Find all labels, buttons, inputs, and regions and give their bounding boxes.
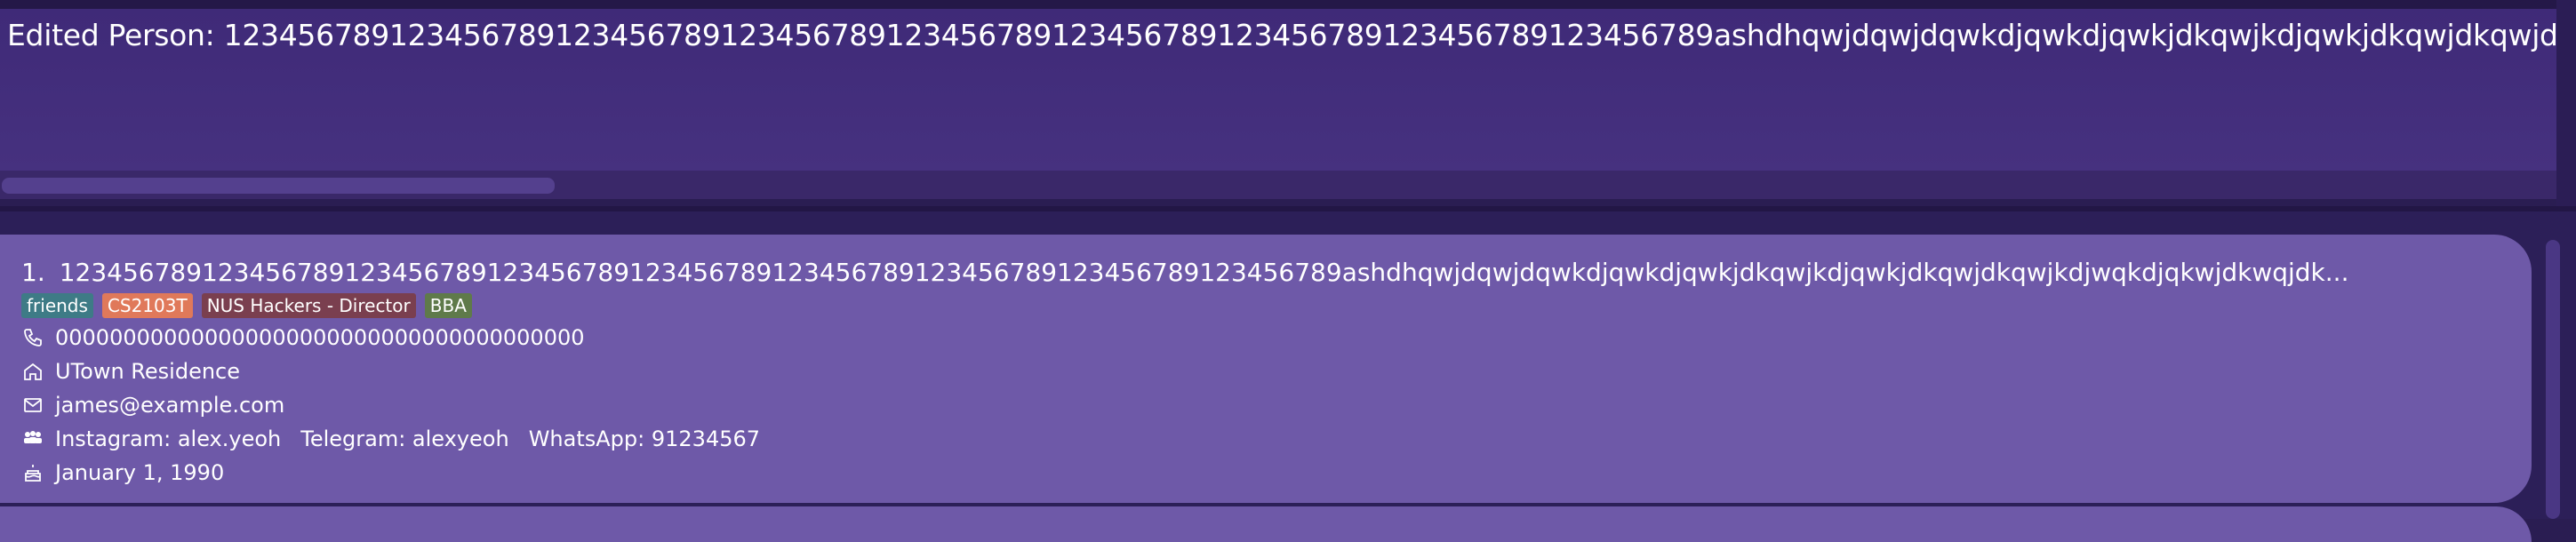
phone-field: 000000000000000000000000000000000000000 [21,325,585,350]
people-icon [21,427,44,450]
phone-icon [21,326,44,349]
person-card[interactable]: 1. 12345678912345678912345678912345678912… [0,235,2532,503]
person-name: 1234567891234567891234567891234567891234… [59,258,2349,287]
person-list-panel: 1. 12345678912345678912345678912345678912… [0,211,2576,542]
result-right-edge [2556,0,2576,213]
tag-list: friends CS2103T NUS Hackers - Director B… [21,293,472,318]
result-message: Edited Person: 1234567891234567891234567… [7,18,2556,52]
home-icon [21,360,44,383]
tag-bba: BBA [424,293,472,318]
telegram-handle: Telegram: alexyeoh [300,426,509,451]
envelope-icon [21,394,44,417]
whatsapp-number: WhatsApp: 91234567 [528,426,761,451]
person-card-next[interactable] [0,506,2532,542]
cake-icon [21,461,44,484]
birthday-value: January 1, 1990 [55,460,225,485]
email-value: james@example.com [55,393,285,418]
birthday-field: January 1, 1990 [21,460,224,485]
address-field: UTown Residence [21,359,240,384]
person-name-row: 1. 12345678912345678912345678912345678912… [21,258,2501,287]
window-top-strip [0,0,2576,9]
address-value: UTown Residence [55,359,241,384]
tag-nus-hackers: NUS Hackers - Director [201,293,416,318]
person-index: 1. [21,258,45,287]
tag-friends: friends [21,293,93,318]
phone-value: 000000000000000000000000000000000000000 [55,325,585,350]
result-scrollbar-thumb[interactable] [2,178,555,194]
socials-field: Instagram: alex.yeoh Telegram: alexyeoh … [21,426,780,451]
instagram-handle: Instagram: alex.yeoh [55,426,282,451]
email-field: james@example.com [21,393,284,418]
tag-cs2103t: CS2103T [101,293,193,318]
result-display[interactable]: Edited Person: 1234567891234567891234567… [0,9,2556,171]
person-list-scrollbar[interactable] [2546,240,2560,519]
